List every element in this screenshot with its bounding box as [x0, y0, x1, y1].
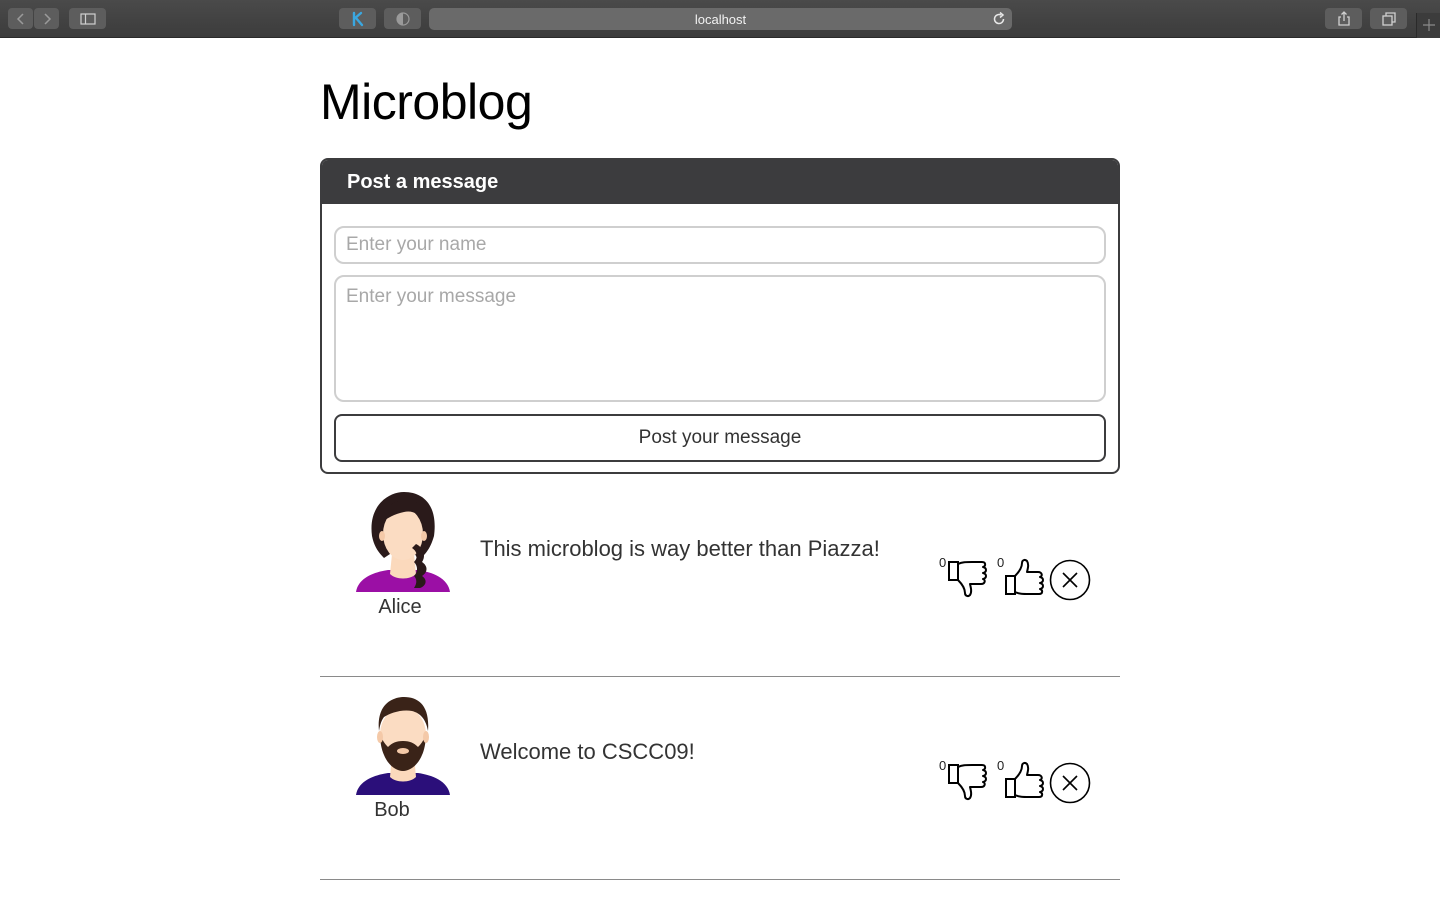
author-name: Bob — [374, 799, 410, 821]
post-message-button[interactable]: Post your message — [334, 414, 1106, 462]
shield-icon — [395, 11, 410, 26]
sidebar-toggle-button[interactable] — [69, 8, 106, 29]
author-name: Alice — [378, 596, 422, 618]
tabs-icon — [1381, 11, 1396, 26]
delete-icon[interactable] — [1049, 762, 1091, 804]
name-input[interactable] — [334, 226, 1106, 264]
thumbs-up-icon[interactable] — [1003, 558, 1047, 598]
address-text: localhost — [694, 11, 747, 27]
tabs-overview-button[interactable] — [1370, 8, 1407, 29]
post-form: Post a message Post your message — [320, 158, 1120, 474]
chevron-left-icon — [16, 12, 24, 25]
forward-button[interactable] — [34, 8, 59, 29]
new-tab-button[interactable] — [1416, 13, 1440, 38]
delete-icon[interactable] — [1049, 559, 1091, 601]
extension-icon — [352, 11, 363, 26]
message-input[interactable] — [334, 275, 1106, 402]
page-title: Microblog — [320, 74, 533, 130]
privacy-button[interactable] — [384, 8, 421, 29]
chevron-right-icon — [43, 12, 51, 25]
form-header: Post a message — [322, 160, 1118, 204]
message-item: Bob Welcome to CSCC09! 0 0 — [320, 677, 1120, 880]
share-button[interactable] — [1325, 8, 1362, 29]
thumbs-down-icon[interactable] — [946, 761, 990, 801]
message-item: Alice This microblog is way better than … — [320, 474, 1120, 677]
back-button[interactable] — [8, 8, 33, 29]
thumbs-up-icon[interactable] — [1003, 761, 1047, 801]
thumbs-down-icon[interactable] — [946, 558, 990, 598]
address-bar[interactable]: localhost — [429, 8, 1012, 30]
browser-toolbar: localhost — [0, 0, 1440, 38]
extension-button[interactable] — [339, 8, 376, 29]
share-icon — [1337, 10, 1350, 26]
message-text: Welcome to CSCC09! — [480, 739, 695, 764]
plus-icon — [1423, 19, 1435, 31]
woman-avatar-icon — [356, 492, 450, 592]
reload-icon[interactable] — [992, 11, 1006, 27]
message-text: This microblog is way better than Piazza… — [480, 536, 880, 561]
sidebar-icon — [79, 12, 96, 25]
bearded-man-avatar-icon — [356, 697, 450, 795]
